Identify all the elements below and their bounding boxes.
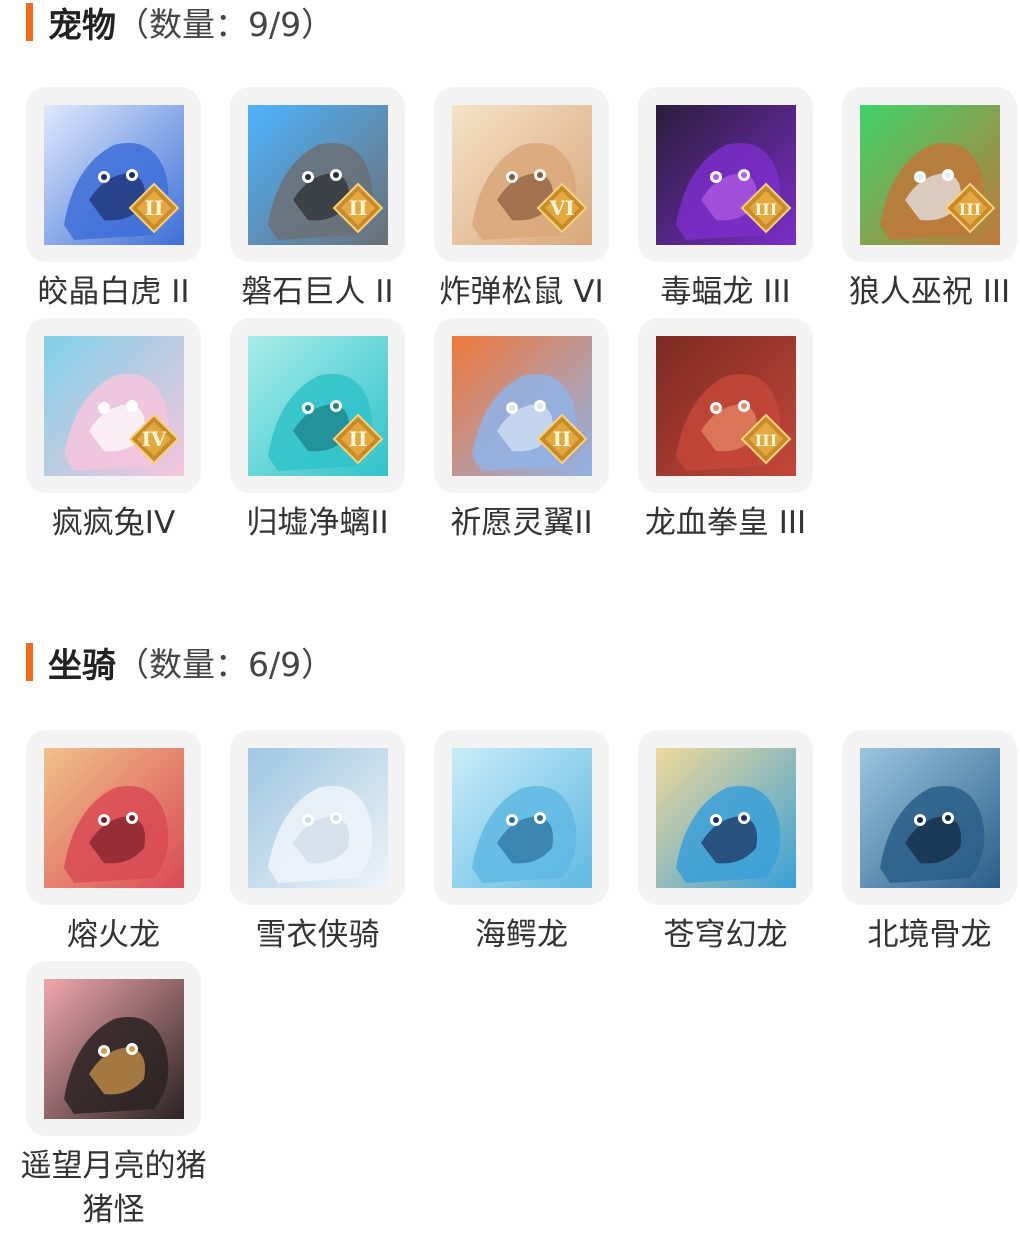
mounts-section-header: 坐骑 （数量：6/9） — [26, 640, 335, 686]
sky-phantom-dragon-icon — [655, 747, 796, 888]
pets-section-header: 宠物 （数量：9/9） — [26, 0, 335, 46]
card-label: 狼人巫祝 III — [848, 274, 1011, 310]
card-label: 炸弹松鼠 VI — [439, 274, 604, 310]
card-label: 北境骨龙 — [867, 917, 992, 953]
rank-badge-icon: II — [332, 413, 384, 465]
mount-card[interactable]: 熔火龙 — [26, 730, 201, 957]
card-label: 龙血拳皇 III — [644, 505, 807, 541]
card-thumbnail: II — [230, 318, 405, 493]
rank-badge-icon: II — [332, 182, 384, 234]
pet-card[interactable]: III 毒蝠龙 III — [638, 87, 813, 314]
card-thumbnail — [434, 730, 609, 905]
card-thumbnail: IV — [26, 318, 201, 493]
moon-pig-icon — [43, 978, 184, 1119]
card-label: 归墟净螭II — [246, 505, 389, 541]
card-thumbnail — [26, 730, 201, 905]
rank-badge-text: III — [755, 200, 777, 219]
mount-card[interactable]: 雪衣侠骑 — [230, 730, 405, 957]
pet-card[interactable]: II 归墟净螭II — [230, 318, 405, 545]
lava-dragon-icon — [43, 747, 184, 888]
rank-badge-icon: III — [740, 413, 792, 465]
rank-badge-text: III — [959, 200, 981, 219]
rank-badge-text: III — [755, 431, 777, 450]
card-label: 祈愿灵翼II — [450, 505, 593, 541]
card-label: 毒蝠龙 III — [660, 274, 791, 310]
card-thumbnail — [842, 730, 1017, 905]
rank-badge-icon: VI — [536, 182, 588, 234]
pet-card[interactable]: III 龙血拳皇 III — [638, 318, 813, 545]
rank-badge-icon: III — [740, 182, 792, 234]
card-thumbnail: II — [434, 318, 609, 493]
sea-crocodile-dragon-icon — [451, 747, 592, 888]
pet-card[interactable]: II 祈愿灵翼II — [434, 318, 609, 545]
mounts-section-title: 坐骑 — [48, 645, 116, 686]
rank-badge-text: VI — [549, 196, 575, 220]
card-label: 熔火龙 — [67, 917, 160, 953]
pet-card[interactable]: II 磐石巨人 II — [230, 87, 405, 314]
card-thumbnail: II — [26, 87, 201, 262]
card-thumbnail: III — [638, 87, 813, 262]
card-thumbnail: III — [638, 318, 813, 493]
pets-section-count: （数量：9/9） — [116, 5, 335, 44]
card-thumbnail: III — [842, 87, 1017, 262]
card-label: 遥望月亮的猪猪怪 — [20, 1148, 207, 1228]
mount-card[interactable]: 海鳄龙 — [434, 730, 609, 957]
pet-card[interactable]: IV 疯疯兔IV — [26, 318, 201, 545]
card-thumbnail: VI — [434, 87, 609, 262]
rank-badge-icon: III — [944, 182, 996, 234]
rank-badge-icon: II — [128, 182, 180, 234]
mounts-grid: 熔火龙 雪衣侠骑 海鳄龙 苍穹幻龙 北境骨龙遥望月亮的猪猪怪 — [21, 730, 1020, 1232]
card-thumbnail — [26, 961, 201, 1136]
northern-bone-dragon-icon — [859, 747, 1000, 888]
rank-badge-text: II — [349, 196, 368, 220]
mount-card[interactable]: 北境骨龙 — [842, 730, 1017, 957]
card-label: 海鳄龙 — [475, 917, 568, 953]
rank-badge-text: II — [349, 427, 368, 451]
pet-card[interactable]: VI 炸弹松鼠 VI — [434, 87, 609, 314]
mounts-section-count: （数量：6/9） — [116, 645, 335, 684]
rank-badge-icon: II — [536, 413, 588, 465]
card-label: 雪衣侠骑 — [255, 917, 380, 953]
card-label: 疯疯兔IV — [51, 505, 176, 541]
section-accent-bar — [26, 643, 33, 681]
pets-grid: II 皎晶白虎 II II 磐石巨人 II VI 炸弹松鼠 VI III 毒蝠龙 III III… — [26, 87, 1020, 545]
card-thumbnail: II — [230, 87, 405, 262]
card-label: 皎晶白虎 II — [37, 274, 190, 310]
rank-badge-text: II — [553, 427, 572, 451]
card-label: 苍穹幻龙 — [663, 917, 788, 953]
card-thumbnail — [638, 730, 813, 905]
pet-card[interactable]: II 皎晶白虎 II — [26, 87, 201, 314]
section-accent-bar — [26, 3, 33, 41]
rank-badge-text: II — [145, 196, 164, 220]
rank-badge-text: IV — [142, 427, 167, 451]
pets-section-title: 宠物 — [48, 5, 116, 46]
snow-horse-icon — [247, 747, 388, 888]
mount-card[interactable]: 苍穹幻龙 — [638, 730, 813, 957]
card-label: 磐石巨人 II — [241, 274, 394, 310]
rank-badge-icon: IV — [128, 413, 180, 465]
pet-card[interactable]: III 狼人巫祝 III — [842, 87, 1017, 314]
card-thumbnail — [230, 730, 405, 905]
mount-card[interactable]: 遥望月亮的猪猪怪 — [21, 961, 207, 1232]
